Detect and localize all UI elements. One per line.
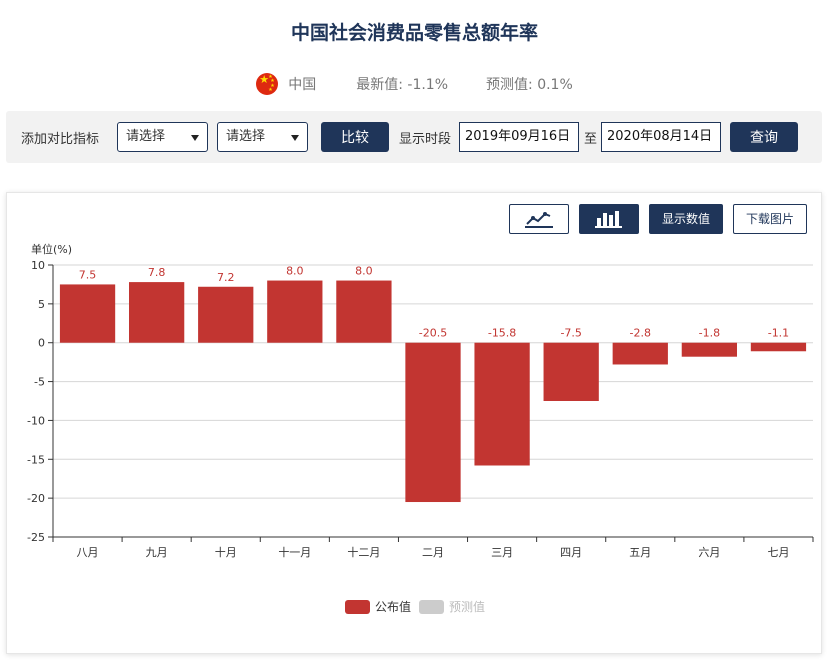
bar xyxy=(129,282,185,343)
bar-chart: 单位(%) 10 5 0 -5 -10 -15 -20 -25 7.5 八月 7.8 九月 7.2 十月 8.… xyxy=(27,242,814,559)
y-tick-label: -25 xyxy=(27,531,45,544)
start-date-input[interactable]: 2019年09月16日 xyxy=(459,122,579,152)
x-tick-label: 十一月 xyxy=(278,545,311,559)
chart-card: 显示数值 下载图片 单位(%) 10 5 0 -5 -10 -15 -20 -25 7.5 八月 7.… xyxy=(6,192,822,654)
x-tick-label: 九月 xyxy=(146,546,168,559)
data-label: -1.8 xyxy=(699,327,720,340)
country-name: 中国 xyxy=(288,77,317,93)
period-label: 显示时段 xyxy=(399,132,452,147)
legend-swatch xyxy=(344,599,370,614)
x-tick-label: 六月 xyxy=(698,546,720,559)
latest-value: 最新值: -1.1% xyxy=(356,77,449,93)
bar xyxy=(405,342,461,503)
y-tick-label: 0 xyxy=(38,337,45,350)
caret-down-icon xyxy=(191,135,199,141)
compare-toolbar: 添加对比指标 请选择 请选择 比较 显示时段 2019年09月16日 至 202… xyxy=(6,111,822,163)
compare-select-1[interactable]: 请选择 xyxy=(117,122,208,152)
bar xyxy=(750,342,807,352)
legend-swatch xyxy=(419,599,444,614)
caret-down-icon xyxy=(291,135,299,141)
compare-label: 添加对比指标 xyxy=(21,132,100,147)
x-tick-label: 三月 xyxy=(491,546,513,559)
indicator-summary: ★ ★ ★ ★ ★ 中国 最新值: -1.1% 预测值: 0.1% xyxy=(0,73,829,95)
y-tick-label: 5 xyxy=(38,298,45,311)
bar xyxy=(474,342,530,466)
chart-legend: 公布值 预测值 xyxy=(7,598,823,615)
bar xyxy=(198,286,254,343)
x-tick-label: 十月 xyxy=(215,545,237,559)
data-label: 8.0 xyxy=(355,265,373,278)
bar xyxy=(543,342,599,401)
y-axis-label: 单位(%) xyxy=(31,242,72,256)
y-tick-label: 10 xyxy=(31,259,45,272)
y-tick-label: -15 xyxy=(27,453,45,466)
data-label: -2.8 xyxy=(630,327,651,340)
bar xyxy=(336,280,392,343)
compare-button[interactable]: 比较 xyxy=(321,122,389,152)
data-label: -15.8 xyxy=(488,327,516,340)
data-label: -7.5 xyxy=(560,327,581,340)
x-tick-label: 二月 xyxy=(422,546,444,559)
china-flag-icon: ★ ★ ★ ★ ★ xyxy=(256,73,279,95)
bar xyxy=(267,280,323,343)
data-label: 7.2 xyxy=(217,271,235,284)
data-label: -20.5 xyxy=(419,327,447,340)
page-title: 中国社会消费品零售总额年率 xyxy=(290,22,538,44)
x-tick-label: 十二月 xyxy=(347,545,380,559)
end-date-input[interactable]: 2020年08月14日 xyxy=(601,122,721,152)
bar xyxy=(59,284,116,343)
legend-item-published[interactable]: 公布值 xyxy=(344,598,411,615)
y-tick-label: -10 xyxy=(27,414,45,427)
bar xyxy=(681,342,737,357)
y-tick-label: -5 xyxy=(34,376,45,389)
y-tick-label: -20 xyxy=(27,492,45,505)
to-label: 至 xyxy=(584,132,598,147)
data-label: 7.5 xyxy=(79,268,97,281)
legend-item-forecast[interactable]: 预测值 xyxy=(419,598,485,615)
bar xyxy=(612,342,668,365)
forecast-value: 预测值: 0.1% xyxy=(486,77,573,93)
data-label: 8.0 xyxy=(286,265,304,278)
x-tick-label: 四月 xyxy=(560,546,582,559)
query-button[interactable]: 查询 xyxy=(730,122,798,152)
compare-select-2[interactable]: 请选择 xyxy=(217,122,308,152)
x-tick-label: 五月 xyxy=(629,546,651,559)
x-tick-label: 八月 xyxy=(77,546,99,559)
data-label: 7.8 xyxy=(148,266,166,279)
data-label: -1.1 xyxy=(768,327,789,340)
x-tick-label: 七月 xyxy=(767,546,789,559)
